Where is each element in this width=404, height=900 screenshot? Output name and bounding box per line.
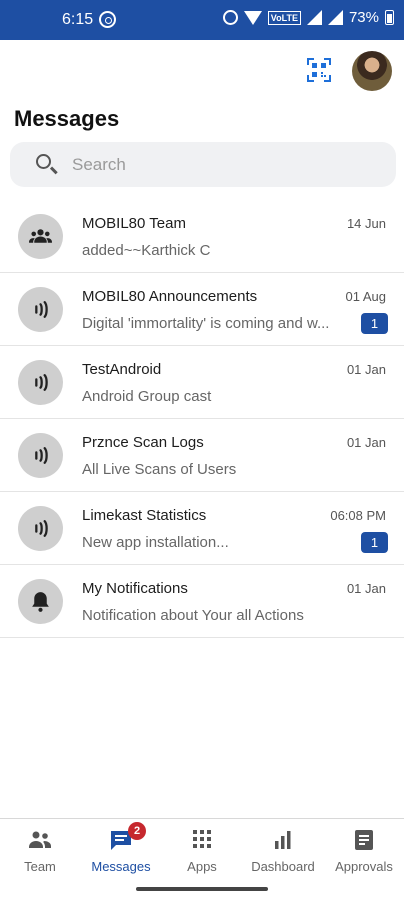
nav-messages[interactable]: 2 Messages <box>81 822 161 874</box>
conversation-list: MOBIL80 Team 14 Jun added~~Karthick C MO… <box>0 200 404 638</box>
gesture-home-bar[interactable] <box>136 887 268 891</box>
nav-label: Apps <box>187 859 217 874</box>
battery-percent: 73% <box>348 9 379 26</box>
conversation-name: Limekast Statistics <box>82 507 207 524</box>
status-icons: VoLTE 73% <box>222 9 394 26</box>
conversation-date: 01 Jan <box>346 435 386 450</box>
group-icon <box>18 214 63 259</box>
status-time: 6:15 <box>62 11 94 28</box>
apps-grid-icon <box>193 830 211 848</box>
nav-apps[interactable]: Apps <box>162 829 242 874</box>
broadcast-icon <box>18 287 63 332</box>
conversation-name: TestAndroid <box>82 361 162 378</box>
search-bar[interactable] <box>10 142 396 187</box>
wifi-icon <box>243 10 262 25</box>
conversation-preview: added~~Karthick C <box>82 242 211 259</box>
conversation-preview: All Live Scans of Users <box>82 461 237 478</box>
nav-label: Dashboard <box>251 859 315 874</box>
conversation-row[interactable]: MOBIL80 Announcements 01 Aug Digital 'im… <box>0 273 404 346</box>
page-title: Messages <box>14 106 120 131</box>
broadcast-icon <box>18 360 63 405</box>
nav-team[interactable]: Team <box>0 829 80 874</box>
conversation-row[interactable]: Limekast Statistics 06:08 PM New app ins… <box>0 492 404 565</box>
bell-icon <box>18 579 63 624</box>
conversation-name: My Notifications <box>82 580 188 597</box>
nav-approvals[interactable]: Approvals <box>324 829 404 874</box>
conversation-row[interactable]: MOBIL80 Team 14 Jun added~~Karthick C <box>0 200 404 273</box>
signal-icon <box>306 10 322 25</box>
unread-badge: 1 <box>361 313 388 334</box>
signal-icon <box>327 10 343 25</box>
nav-label: Team <box>24 859 56 874</box>
volte-icon: VoLTE <box>267 10 301 25</box>
conversation-name: Prznce Scan Logs <box>82 434 204 451</box>
profile-avatar[interactable] <box>352 51 392 91</box>
search-icon <box>36 154 51 169</box>
status-bar: 6:15 VoLTE 73% <box>0 0 404 40</box>
conversation-date: 01 Jan <box>346 362 386 377</box>
conversation-preview: Android Group cast <box>82 388 212 405</box>
unread-badge: 1 <box>361 532 388 553</box>
document-icon <box>355 830 373 850</box>
alarm-icon <box>222 10 238 25</box>
team-icon <box>29 831 51 848</box>
bar-chart-icon <box>275 831 291 849</box>
conversation-preview: Digital 'immortality' is coming and w... <box>82 315 330 332</box>
messages-badge: 2 <box>128 822 146 840</box>
conversation-date: 06:08 PM <box>330 508 386 523</box>
conversation-row[interactable]: TestAndroid 01 Jan Android Group cast <box>0 346 404 419</box>
conversation-row[interactable]: My Notifications 01 Jan Notification abo… <box>0 565 404 638</box>
qr-scan-icon[interactable] <box>307 58 331 82</box>
nav-dashboard[interactable]: Dashboard <box>243 829 323 874</box>
nav-label: Approvals <box>335 859 393 874</box>
broadcast-icon <box>18 506 63 551</box>
whatsapp-icon <box>99 11 116 28</box>
conversation-date: 01 Aug <box>345 289 387 304</box>
conversation-preview: New app installation... <box>82 534 229 551</box>
battery-icon <box>385 10 394 25</box>
conversation-name: MOBIL80 Team <box>82 215 186 232</box>
nav-label: Messages <box>91 859 151 874</box>
search-input[interactable] <box>72 152 372 178</box>
conversation-row[interactable]: Prznce Scan Logs 01 Jan All Live Scans o… <box>0 419 404 492</box>
conversation-name: MOBIL80 Announcements <box>82 288 258 305</box>
conversation-date: 01 Jan <box>346 581 386 596</box>
broadcast-icon <box>18 433 63 478</box>
conversation-date: 14 Jun <box>346 216 386 231</box>
conversation-preview: Notification about Your all Actions <box>82 607 304 624</box>
